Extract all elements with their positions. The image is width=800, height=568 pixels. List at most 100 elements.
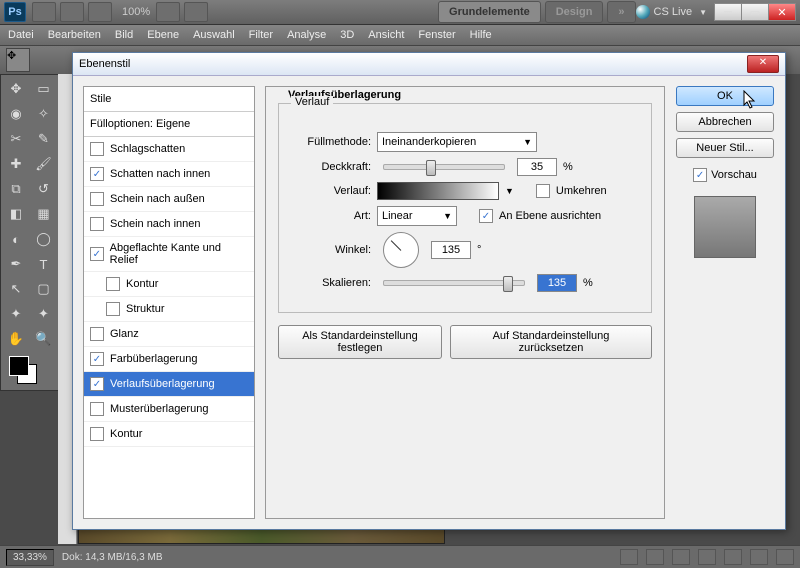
styles-header[interactable]: Stile [84,87,254,112]
window-maximize[interactable]: ▭ [741,3,769,21]
style-checkbox[interactable] [90,377,104,391]
style-checkbox[interactable] [90,402,104,416]
style-checkbox[interactable] [90,352,104,366]
eyedropper-tool[interactable]: ✎ [31,127,57,151]
window-minimize[interactable]: ─ [714,3,742,21]
style-item-7[interactable]: Glanz [84,322,254,347]
dialog-close-button[interactable]: ✕ [747,55,779,73]
crop-tool[interactable]: ✂ [3,127,29,151]
gradient-picker[interactable] [377,182,499,200]
style-checkbox[interactable] [90,427,104,441]
brush-tool[interactable]: 🖌 [31,152,57,176]
shape-tool[interactable]: ▢ [31,277,57,301]
menu-filter[interactable]: Filter [249,29,273,41]
zoom-level[interactable]: 100% [122,6,150,18]
style-item-10[interactable]: Musterüberlagerung [84,397,254,422]
style-item-9[interactable]: Verlaufsüberlagerung [84,372,254,397]
style-item-2[interactable]: Schein nach außen [84,187,254,212]
workspace-tab-grundelemente[interactable]: Grundelemente [438,1,541,23]
minibridge-icon[interactable] [60,2,84,22]
opacity-slider[interactable] [383,164,505,170]
style-item-11[interactable]: Kontur [84,422,254,447]
scale-value[interactable]: 135 [537,274,577,292]
blend-mode-combo[interactable]: Ineinanderkopieren▼ [377,132,537,152]
workspace-more[interactable]: » [607,1,635,23]
menu-analyse[interactable]: Analyse [287,29,326,41]
ok-button[interactable]: OK [676,86,774,106]
cslive-button[interactable]: CS Live▼ [636,5,707,19]
style-checkbox[interactable] [90,327,104,341]
style-checkbox[interactable] [106,277,120,291]
opacity-value[interactable]: 35 [517,158,557,176]
style-item-6[interactable]: Struktur [84,297,254,322]
align-checkbox[interactable] [479,209,493,223]
arrange-icon[interactable] [156,2,180,22]
screenmode-icon[interactable] [184,2,208,22]
window-close[interactable]: ✕ [768,3,796,21]
menu-ansicht[interactable]: Ansicht [368,29,404,41]
dialog-titlebar[interactable]: Ebenenstil ✕ [73,53,785,76]
3d-tool[interactable]: ✦ [3,302,29,326]
gradient-type-combo[interactable]: Linear▼ [377,206,457,226]
current-tool-icon[interactable]: ✥ [6,48,30,72]
menu-fenster[interactable]: Fenster [418,29,455,41]
sb-link-icon[interactable] [620,549,638,565]
scale-slider[interactable] [383,280,525,286]
style-checkbox[interactable] [90,247,104,261]
heal-tool[interactable]: ✚ [3,152,29,176]
wand-tool[interactable]: ✧ [31,102,57,126]
menu-hilfe[interactable]: Hilfe [470,29,492,41]
style-item-8[interactable]: Farbüberlagerung [84,347,254,372]
menu-3d[interactable]: 3D [340,29,354,41]
menu-datei[interactable]: Datei [8,29,34,41]
cancel-button[interactable]: Abbrechen [676,112,774,132]
marquee-tool[interactable]: ▭ [31,77,57,101]
style-item-1[interactable]: Schatten nach innen [84,162,254,187]
style-checkbox[interactable] [90,192,104,206]
hand-tool[interactable]: ✋ [3,327,29,351]
angle-dial[interactable] [383,232,419,268]
make-default-button[interactable]: Als Standardeinstellung festlegen [278,325,442,359]
bridge-icon[interactable] [32,2,56,22]
style-item-3[interactable]: Schein nach innen [84,212,254,237]
lasso-tool[interactable]: ◉ [3,102,29,126]
sb-mask-icon[interactable] [672,549,690,565]
3dcamera-tool[interactable]: ✦ [31,302,57,326]
menu-bild[interactable]: Bild [115,29,133,41]
angle-value[interactable]: 135 [431,241,471,259]
sb-folder-icon[interactable] [724,549,742,565]
gradient-tool[interactable]: ▦ [31,202,57,226]
type-tool[interactable]: T [31,252,57,276]
workspace-tab-design[interactable]: Design [545,1,604,23]
view-extras-icon[interactable] [88,2,112,22]
color-swatches[interactable] [3,352,57,388]
style-checkbox[interactable] [90,142,104,156]
reset-default-button[interactable]: Auf Standardeinstellung zurücksetzen [450,325,652,359]
style-item-4[interactable]: Abgeflachte Kante und Relief [84,237,254,272]
status-zoom[interactable]: 33,33% [6,549,54,566]
sb-adj-icon[interactable] [698,549,716,565]
new-style-button[interactable]: Neuer Stil... [676,138,774,158]
eraser-tool[interactable]: ◧ [3,202,29,226]
menu-ebene[interactable]: Ebene [147,29,179,41]
preview-checkbox[interactable] [693,168,707,182]
menu-bearbeiten[interactable]: Bearbeiten [48,29,101,41]
sb-fx-icon[interactable] [646,549,664,565]
menu-auswahl[interactable]: Auswahl [193,29,235,41]
history-brush-tool[interactable]: ↺ [31,177,57,201]
blending-options[interactable]: Füllopt​ionen: Eigene [84,112,254,137]
zoom-tool[interactable]: 🔍 [31,327,57,351]
move-tool[interactable]: ✥ [3,77,29,101]
style-item-0[interactable]: Schlagschatten [84,137,254,162]
path-tool[interactable]: ↖ [3,277,29,301]
dodge-tool[interactable]: ◯ [31,227,57,251]
stamp-tool[interactable]: ⧉ [3,177,29,201]
style-checkbox[interactable] [90,167,104,181]
blur-tool[interactable]: ◐ [3,227,29,251]
style-checkbox[interactable] [90,217,104,231]
reverse-checkbox[interactable] [536,184,550,198]
sb-new-icon[interactable] [750,549,768,565]
sb-trash-icon[interactable] [776,549,794,565]
pen-tool[interactable]: ✒ [3,252,29,276]
style-item-5[interactable]: Kontur [84,272,254,297]
